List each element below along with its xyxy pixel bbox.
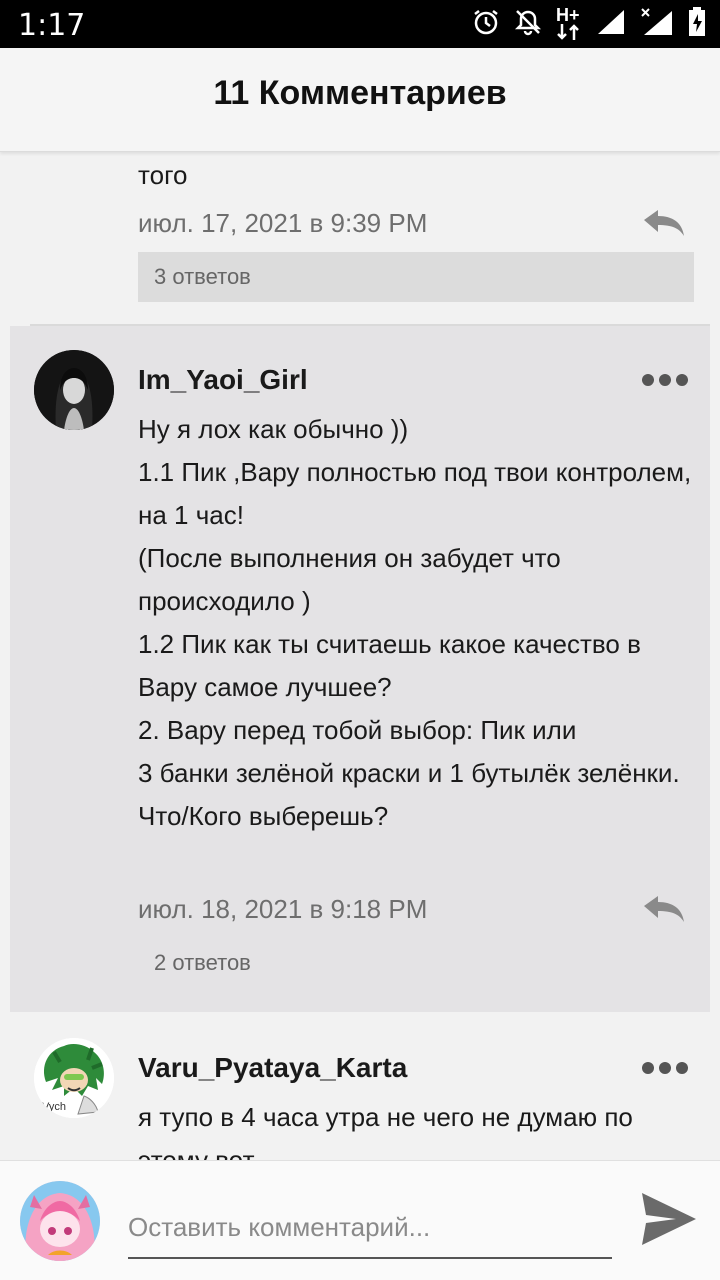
- comment-input[interactable]: [128, 1197, 612, 1259]
- comment-date: июл. 18, 2021 в 9:18 PM: [138, 894, 428, 924]
- avatar[interactable]: [34, 350, 114, 430]
- notifications-off-icon: [514, 8, 542, 41]
- my-avatar[interactable]: [20, 1181, 100, 1261]
- username[interactable]: Im_Yaoi_Girl: [138, 364, 308, 396]
- username[interactable]: Varu_Pyataya_Karta: [138, 1052, 407, 1084]
- alarm-icon: [472, 8, 500, 41]
- status-icons: H+: [472, 5, 706, 42]
- comment-item: того июл. 17, 2021 в 9:39 PM 3 ответов: [10, 152, 710, 324]
- reply-icon[interactable]: [642, 894, 686, 924]
- comments-header: 11 Комментариев: [0, 48, 720, 152]
- more-options-icon[interactable]: [642, 1061, 688, 1075]
- send-icon[interactable]: [640, 1191, 698, 1247]
- comments-list[interactable]: того июл. 17, 2021 в 9:39 PM 3 ответов I…: [10, 152, 710, 1160]
- status-time: 1:17: [18, 8, 86, 43]
- comment-date: июл. 17, 2021 в 9:39 PM: [138, 208, 428, 238]
- status-bar: 1:17 H+: [0, 0, 720, 48]
- more-options-icon[interactable]: [642, 373, 688, 387]
- replies-button[interactable]: 3 ответов: [138, 252, 694, 302]
- comment-text: того: [138, 160, 188, 190]
- data-type-label: H+: [556, 5, 580, 25]
- comment-composer: [0, 1160, 720, 1280]
- avatar[interactable]: Vych: [34, 1038, 114, 1118]
- comment-item: Vych Varu_Pyataya_Karta я тупо в 4 часа …: [10, 1012, 710, 1160]
- battery-charging-icon: [688, 6, 706, 42]
- page-title: 11 Комментариев: [213, 74, 507, 112]
- replies-button[interactable]: 2 ответов: [138, 938, 694, 988]
- hplus-data-icon: H+: [556, 5, 582, 40]
- signal-icon: [596, 8, 626, 41]
- comment-text: Ну я лох как обычно )) 1.1 Пик ,Вару пол…: [138, 414, 692, 831]
- reply-icon[interactable]: [642, 208, 686, 238]
- signal-no-data-icon: [640, 7, 674, 42]
- comment-text: я тупо в 4 часа утра не чего не думаю по…: [138, 1102, 633, 1160]
- comment-item-highlighted: Im_Yaoi_Girl Ну я лох как обычно )) 1.1 …: [10, 326, 710, 1012]
- avatar-signature: Vych: [42, 1101, 66, 1113]
